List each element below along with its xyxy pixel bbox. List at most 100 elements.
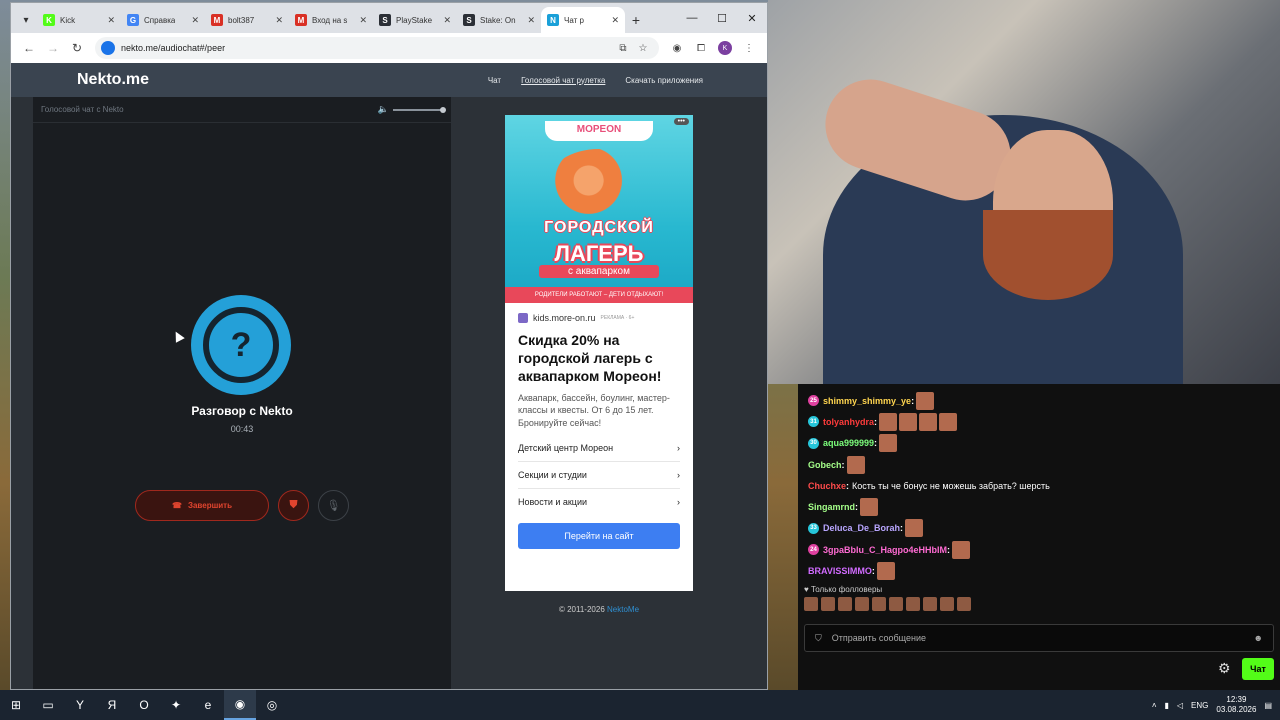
emote[interactable] xyxy=(872,596,886,611)
forward-icon[interactable]: → xyxy=(41,36,65,60)
chrome-icon[interactable]: ◉ xyxy=(224,690,256,720)
app-icon[interactable]: ✦ xyxy=(160,690,192,720)
chat-username[interactable]: 3gpaBblu_C_Hagpo4eHHbIM xyxy=(823,545,947,555)
emote[interactable] xyxy=(889,596,903,611)
back-icon[interactable]: ← xyxy=(17,36,41,60)
end-call-button[interactable]: ☎ Завершить xyxy=(135,490,269,521)
ad-options-icon[interactable]: ••• xyxy=(673,118,689,125)
chat-username[interactable]: aqua999999 xyxy=(823,438,874,448)
ad-title[interactable]: Скидка 20% на городской лагерь с аквапар… xyxy=(518,331,680,386)
address-bar[interactable]: nekto.me/audiochat#/peer ⧉ ☆ xyxy=(95,37,659,59)
browser-tab[interactable]: N Чат р ✕ xyxy=(541,7,625,33)
browser-tab[interactable]: S PlayStake ✕ xyxy=(373,7,457,33)
chat-emote[interactable] xyxy=(879,434,898,453)
emote[interactable] xyxy=(940,596,954,611)
chat-username[interactable]: Gobech xyxy=(808,460,842,470)
new-tab-button[interactable]: + xyxy=(625,7,647,33)
browser-tab[interactable]: K Kick ✕ xyxy=(37,7,121,33)
chat-username[interactable]: Chuchxe xyxy=(808,481,846,491)
volume-track[interactable] xyxy=(393,106,446,113)
tab-close-icon[interactable]: ✕ xyxy=(107,15,115,26)
ad-link-sections[interactable]: Секции и студии › xyxy=(518,462,680,490)
emote[interactable] xyxy=(838,596,852,611)
send-chat-button[interactable]: Чат xyxy=(1242,658,1274,680)
chat-emote[interactable] xyxy=(952,540,971,559)
browser-tab[interactable]: M Вход на s ✕ xyxy=(289,7,373,33)
yandex-browser-icon[interactable]: Y xyxy=(64,690,96,720)
emote[interactable] xyxy=(821,596,835,611)
chat-input[interactable]: ⛉ Отправить сообщение ☻ xyxy=(804,624,1274,652)
install-app-icon[interactable]: ⧉ xyxy=(613,43,633,54)
tab-close-icon[interactable]: ✕ xyxy=(527,15,535,26)
clock[interactable]: 12:39 03.08.2026 xyxy=(1216,695,1256,714)
yandex-icon[interactable]: Я xyxy=(96,690,128,720)
chat-username[interactable]: BRAVISSIMMO xyxy=(808,566,872,576)
emote[interactable] xyxy=(855,596,869,611)
footer-brand-link[interactable]: NektoMe xyxy=(607,605,639,614)
ad-banner-image[interactable]: MOPEON ••• ГОРОДСКОЙ ЛАГЕРЬ с аквапарком… xyxy=(505,115,693,303)
nav-voice-roulette[interactable]: Голосовой чат рулетка xyxy=(521,76,605,85)
notifications-icon[interactable]: ▤ xyxy=(1264,701,1272,710)
chat-username[interactable]: Singamrnd xyxy=(808,502,855,512)
tab-close-icon[interactable]: ✕ xyxy=(275,15,283,26)
browser-tab[interactable]: S Stake: On ✕ xyxy=(457,7,541,33)
emote[interactable] xyxy=(906,596,920,611)
emoji-icon[interactable]: ☻ xyxy=(1254,633,1263,643)
obs-icon[interactable]: ◎ xyxy=(256,690,288,720)
close-window-icon[interactable]: ✕ xyxy=(737,3,767,33)
emote[interactable] xyxy=(923,596,937,611)
chat-emote[interactable] xyxy=(879,412,898,431)
chat-input-placeholder[interactable]: Отправить сообщение xyxy=(832,633,926,643)
extension-icon[interactable]: ◉ xyxy=(665,36,689,60)
ad-link-center[interactable]: Детский центр Мореон › xyxy=(518,435,680,463)
emote[interactable] xyxy=(804,596,818,611)
chat-emote[interactable] xyxy=(860,498,879,517)
chat-emote[interactable] xyxy=(899,412,918,431)
chat-username[interactable]: shimmy_shimmy_ye xyxy=(823,396,911,406)
volume-knob[interactable] xyxy=(440,106,446,113)
chat-emote[interactable] xyxy=(876,562,895,581)
report-button[interactable]: ⛊ xyxy=(278,490,309,521)
reload-icon[interactable]: ↻ xyxy=(65,36,89,60)
volume-icon[interactable]: ◁ xyxy=(1177,701,1183,710)
tab-search-icon[interactable]: ▾ xyxy=(15,7,37,33)
browser-tab[interactable]: Mbolt387 ✕ xyxy=(205,7,289,33)
tab-close-icon[interactable]: ✕ xyxy=(611,15,619,26)
opera-icon[interactable]: O xyxy=(128,690,160,720)
profile-avatar[interactable]: K xyxy=(713,36,737,60)
ad-link-news[interactable]: Новости и акции › xyxy=(518,489,680,515)
extensions-puzzle-icon[interactable]: ⧠ xyxy=(689,36,713,60)
file-explorer-icon[interactable]: ▭ xyxy=(32,690,64,720)
chat-emote[interactable] xyxy=(846,455,865,474)
ad-site-domain[interactable]: kids.more-on.ru xyxy=(533,313,596,323)
nav-chat[interactable]: Чат xyxy=(488,76,501,85)
tab-close-icon[interactable]: ✕ xyxy=(443,15,451,26)
chat-emote[interactable] xyxy=(919,412,938,431)
chat-emote[interactable] xyxy=(916,391,935,410)
chat-username[interactable]: tolyanhydra xyxy=(823,417,874,427)
browser-menu-icon[interactable]: ⋮ xyxy=(737,36,761,60)
tab-close-icon[interactable]: ✕ xyxy=(191,15,199,26)
gear-icon[interactable]: ⚙ xyxy=(1218,660,1236,678)
language-indicator[interactable]: ENG xyxy=(1191,701,1208,710)
tab-close-icon[interactable]: ✕ xyxy=(359,15,367,26)
volume-slider[interactable]: 🔈 xyxy=(378,104,446,115)
ad-cta-button[interactable]: Перейти на сайт xyxy=(518,523,680,550)
network-icon[interactable]: ▮ xyxy=(1164,701,1168,710)
site-logo[interactable]: Nekto.me xyxy=(77,71,149,89)
mute-button[interactable]: 🎙 xyxy=(318,490,349,521)
start-menu-icon[interactable]: ⊞ xyxy=(0,690,32,720)
site-info-icon[interactable] xyxy=(101,41,115,55)
chat-emote[interactable] xyxy=(905,519,924,538)
emote[interactable] xyxy=(957,596,971,611)
minimize-icon[interactable]: — xyxy=(677,3,707,33)
nav-download-apps[interactable]: Скачать приложения xyxy=(625,76,703,85)
advertisement[interactable]: MOPEON ••• ГОРОДСКОЙ ЛАГЕРЬ с аквапарком… xyxy=(505,115,693,591)
chat-username[interactable]: Deluca_De_Borah xyxy=(823,523,900,533)
browser-tab[interactable]: G Справка ✕ xyxy=(121,7,205,33)
bookmark-star-icon[interactable]: ☆ xyxy=(633,43,653,54)
maximize-icon[interactable]: ☐ xyxy=(707,3,737,33)
url-text[interactable]: nekto.me/audiochat#/peer xyxy=(121,43,613,53)
speaker-icon[interactable]: 🔈 xyxy=(378,104,389,115)
tray-arrow-icon[interactable]: ˄ xyxy=(1152,701,1157,710)
